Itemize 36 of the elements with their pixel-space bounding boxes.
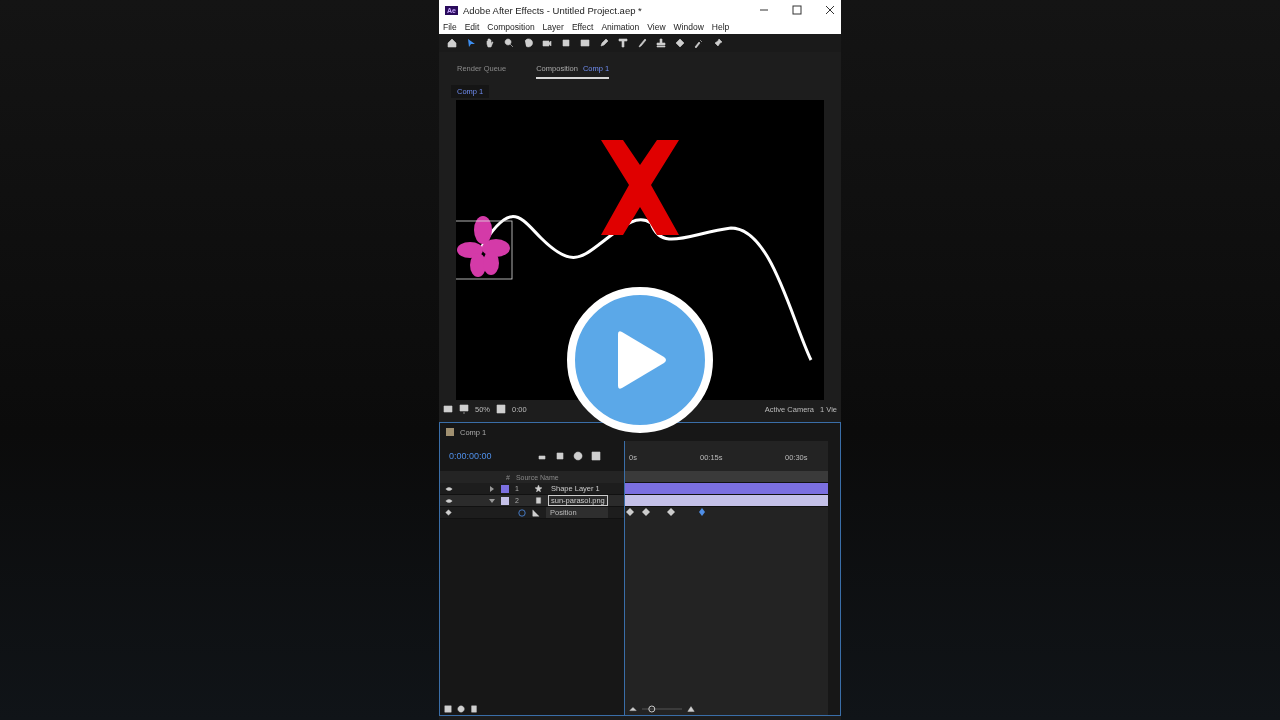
- menu-item[interactable]: View: [647, 22, 666, 32]
- roto-brush-icon[interactable]: [694, 38, 704, 48]
- menu-item[interactable]: File: [443, 22, 457, 32]
- search-icon[interactable]: [504, 38, 514, 48]
- star-icon[interactable]: [535, 485, 542, 492]
- menu-item[interactable]: Edit: [464, 22, 480, 32]
- menu-item[interactable]: Layer: [542, 22, 564, 32]
- menu-item[interactable]: Window: [673, 22, 704, 32]
- layer-bar[interactable]: [625, 483, 828, 495]
- hand-icon[interactable]: [485, 38, 495, 48]
- twirl-icon[interactable]: [489, 485, 495, 492]
- rectangle-icon[interactable]: [580, 38, 590, 48]
- home-icon[interactable]: [447, 38, 457, 48]
- maximize-icon[interactable]: [792, 5, 802, 15]
- zoom-in-icon[interactable]: [687, 705, 695, 713]
- layer-bar[interactable]: [625, 495, 828, 507]
- stamp-icon[interactable]: [656, 38, 666, 48]
- menu-item[interactable]: Animation: [601, 22, 640, 32]
- text-icon[interactable]: [618, 38, 628, 48]
- menu-item[interactable]: Effect: [571, 22, 594, 32]
- pointer-icon[interactable]: [466, 38, 476, 48]
- window-title: Adobe After Effects - Untitled Project.aep *: [462, 4, 643, 16]
- comp-swatch: [446, 428, 454, 436]
- keyframe-icon[interactable]: [445, 509, 452, 516]
- zoom-slider-thumb[interactable]: [648, 705, 656, 713]
- timecode[interactable]: 0:00:00:00: [449, 451, 529, 461]
- monitor-icon[interactable]: [459, 404, 469, 414]
- zoom-out-icon[interactable]: [629, 705, 637, 713]
- pen-icon[interactable]: [599, 38, 609, 48]
- brush-icon[interactable]: [637, 38, 647, 48]
- close-icon[interactable]: [825, 5, 835, 15]
- menu-item[interactable]: Composition: [487, 22, 535, 32]
- camera-icon[interactable]: [542, 38, 552, 48]
- stopwatch-icon[interactable]: [518, 508, 526, 517]
- twirl-icon[interactable]: [489, 497, 495, 504]
- menu-item[interactable]: Help: [711, 22, 730, 32]
